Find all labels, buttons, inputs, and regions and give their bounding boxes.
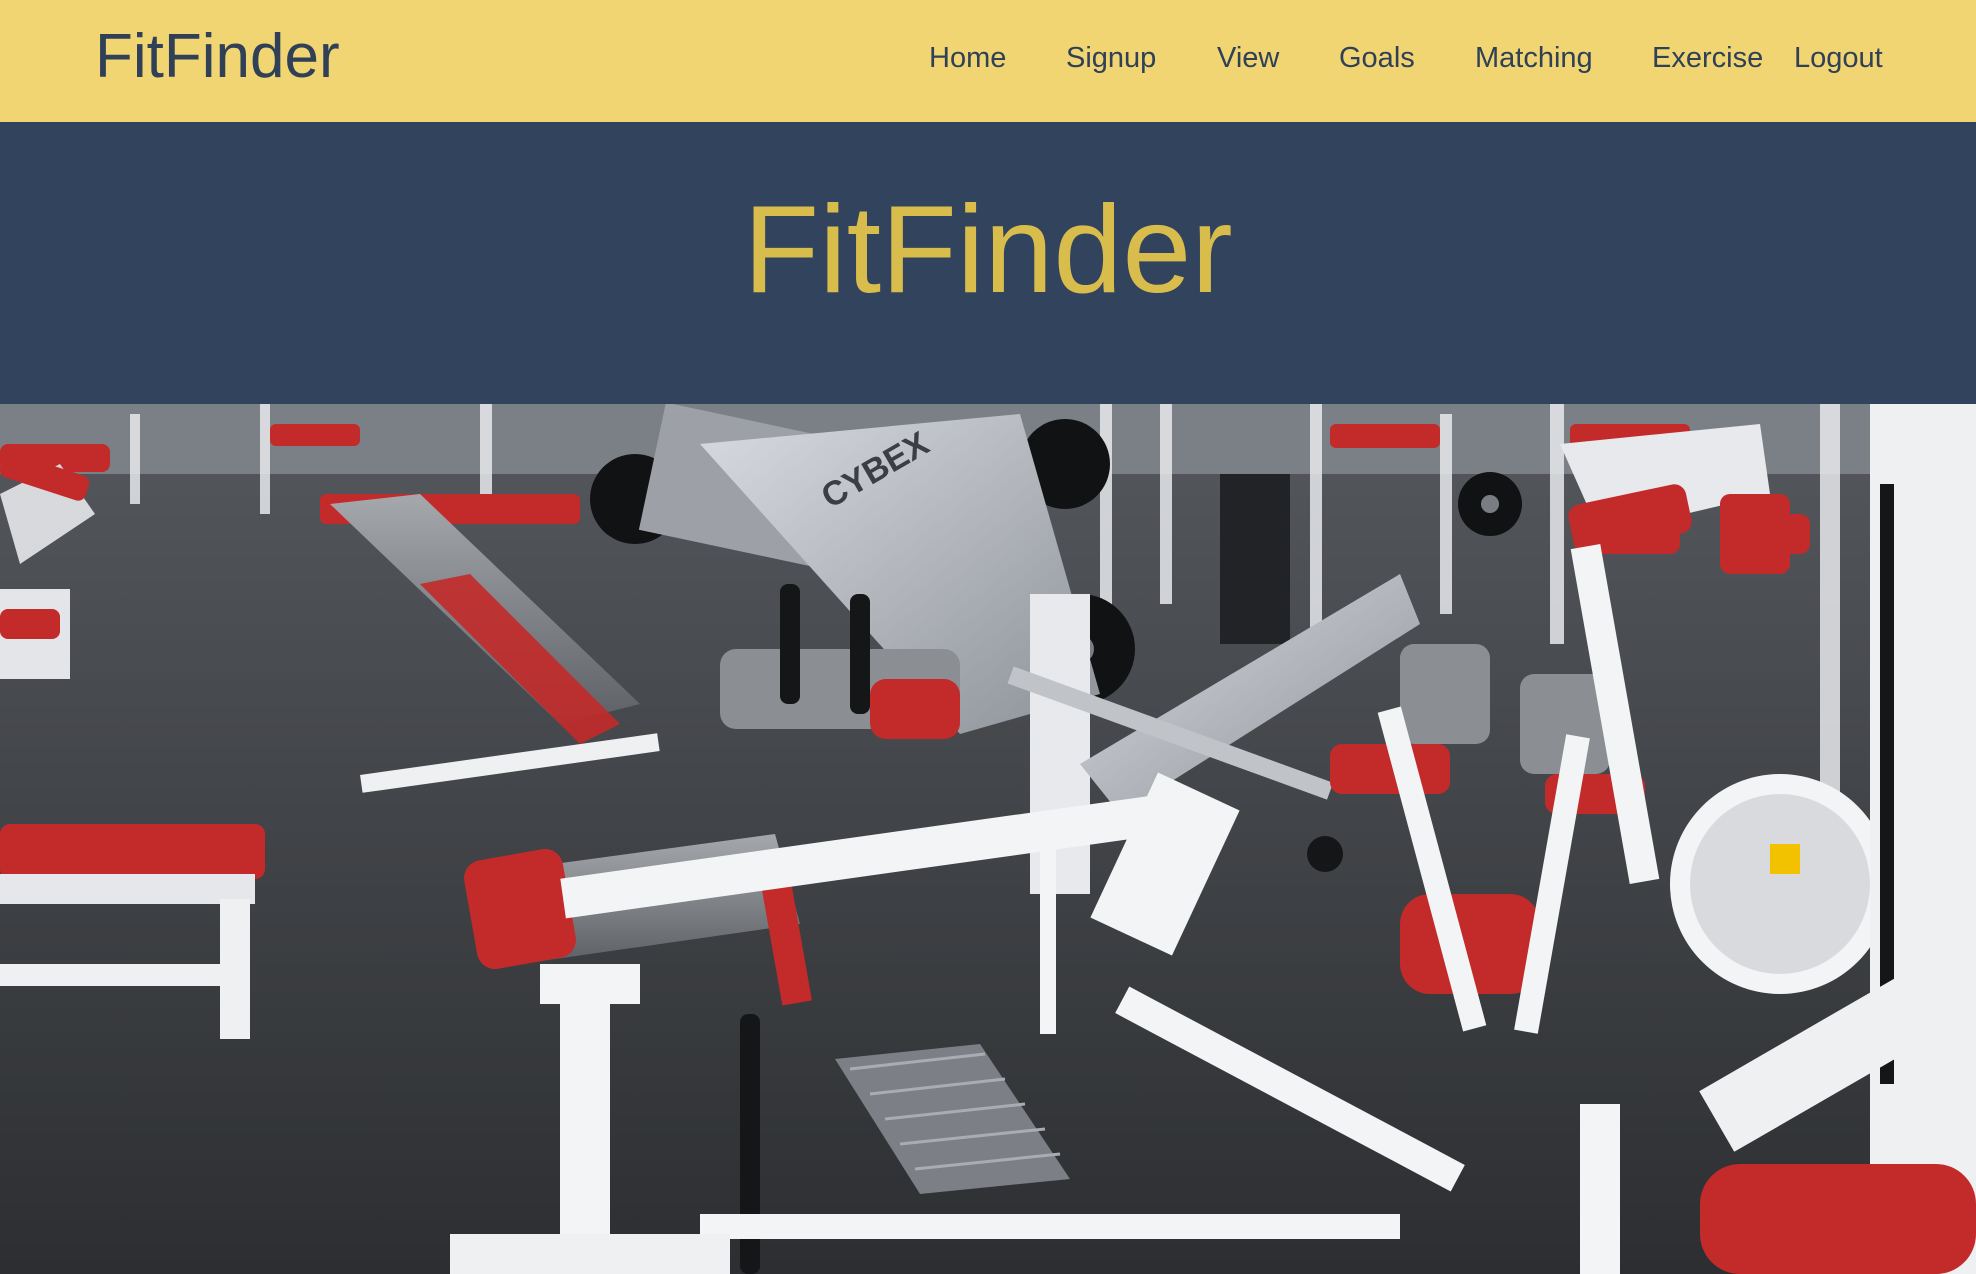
top-navbar: FitFinder Home Signup View Goals Matchin… <box>0 0 1976 122</box>
hero-banner: FitFinder <box>0 122 1976 404</box>
nav-link-logout[interactable]: Logout <box>1794 40 1883 76</box>
nav-link-view[interactable]: View <box>1217 40 1279 76</box>
gym-equipment-photo: CYBEX <box>0 404 1976 1274</box>
nav-link-signup[interactable]: Signup <box>1066 40 1156 76</box>
nav-link-home[interactable]: Home <box>929 40 1006 76</box>
brand-logo-link[interactable]: FitFinder <box>95 22 340 92</box>
nav-link-matching[interactable]: Matching <box>1475 40 1593 76</box>
hero-title: FitFinder <box>743 181 1233 319</box>
nav-link-exercise[interactable]: Exercise <box>1652 40 1763 76</box>
nav-link-goals[interactable]: Goals <box>1339 40 1415 76</box>
